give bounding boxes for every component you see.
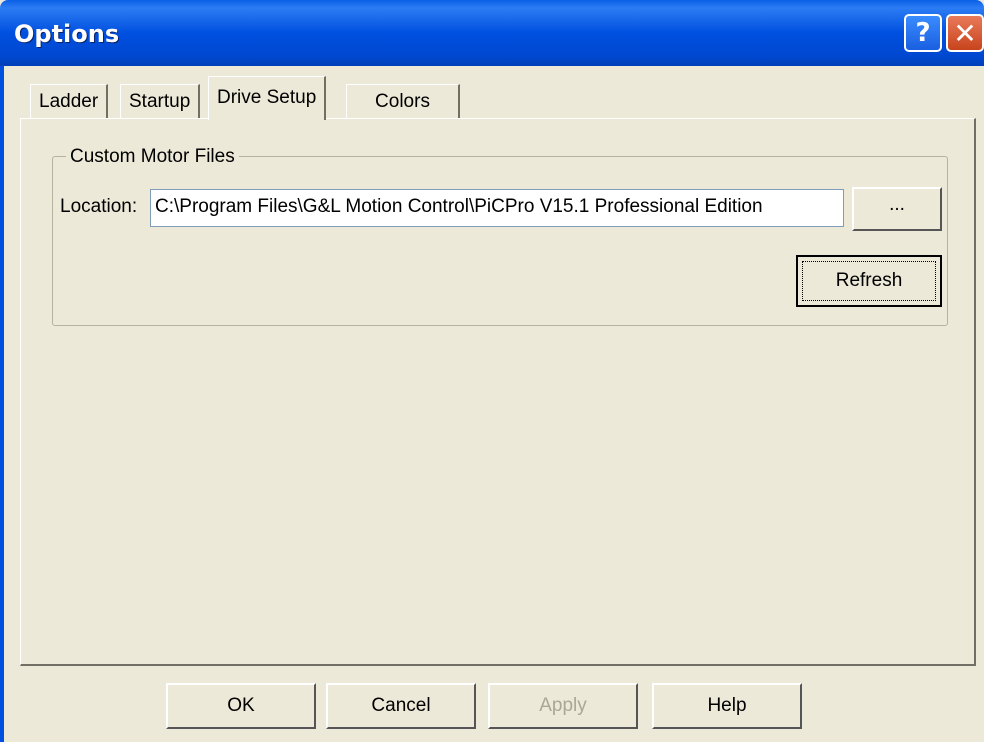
close-icon[interactable]: ✕ bbox=[946, 14, 984, 52]
window-title: Options bbox=[14, 20, 120, 48]
tab-colors[interactable]: Colors bbox=[346, 84, 460, 118]
tab-drive-setup[interactable]: Drive Setup bbox=[208, 76, 327, 120]
location-input[interactable]: C:\Program Files\G&L Motion Control\PiCP… bbox=[150, 189, 844, 227]
tab-ladder[interactable]: Ladder bbox=[30, 84, 109, 118]
window-frame bbox=[0, 66, 4, 742]
refresh-button[interactable]: Refresh bbox=[796, 255, 942, 307]
refresh-label: Refresh bbox=[802, 261, 936, 301]
cancel-button[interactable]: Cancel bbox=[326, 683, 476, 729]
help-icon[interactable]: ? bbox=[904, 14, 942, 52]
location-label: Location: bbox=[60, 196, 138, 217]
apply-button[interactable]: Apply bbox=[488, 683, 638, 729]
title-bar[interactable]: Options ? ✕ bbox=[0, 0, 984, 66]
browse-button[interactable]: ... bbox=[852, 187, 942, 231]
ok-button[interactable]: OK bbox=[166, 683, 316, 729]
help-button[interactable]: Help bbox=[652, 683, 802, 729]
group-title: Custom Motor Files bbox=[66, 146, 239, 168]
tab-startup[interactable]: Startup bbox=[120, 84, 201, 118]
